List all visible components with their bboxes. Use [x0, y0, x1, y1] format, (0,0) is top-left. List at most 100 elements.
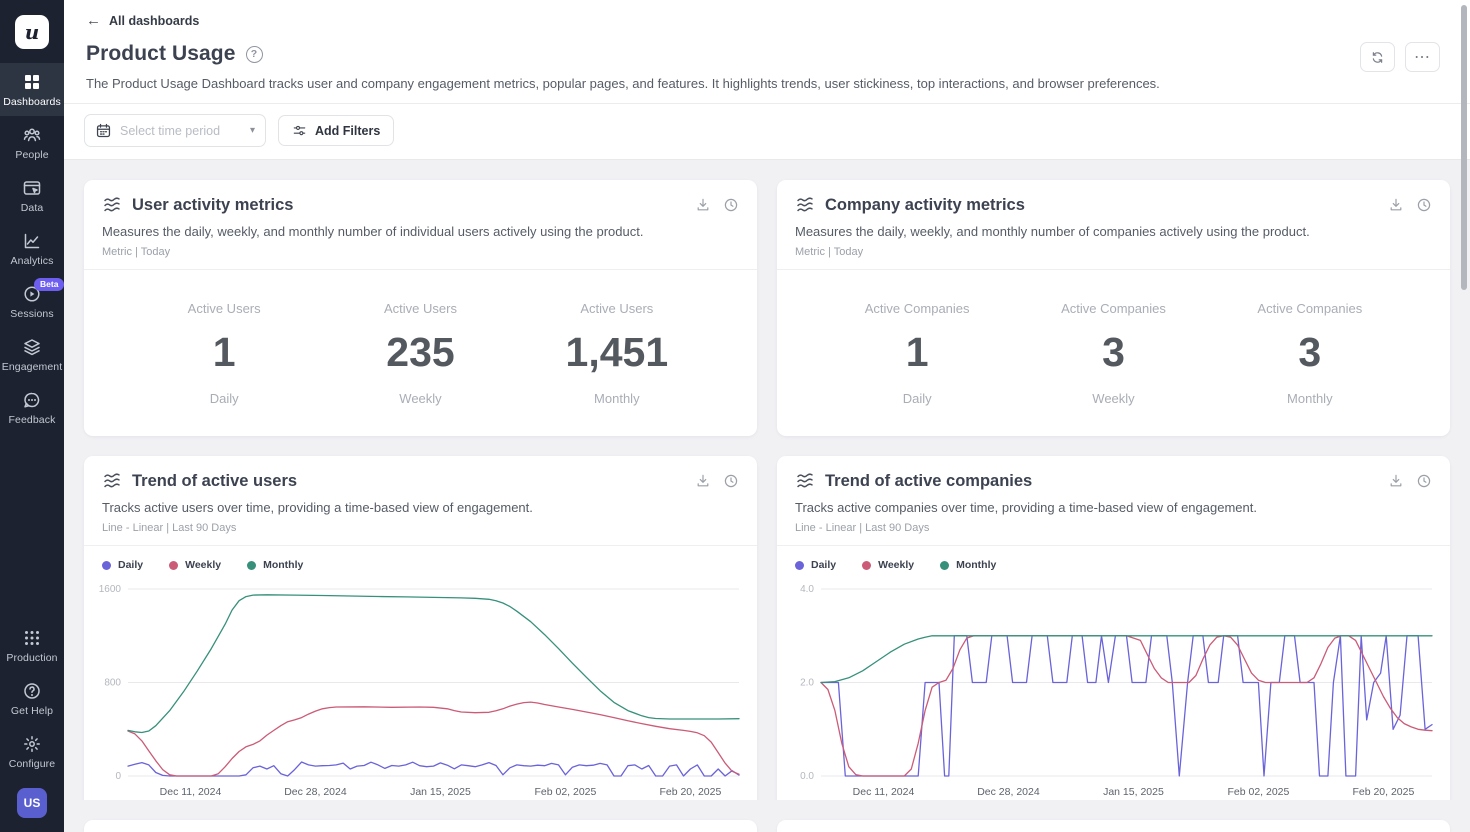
- page-title: Product Usage: [86, 42, 236, 66]
- refresh-button[interactable]: [1360, 42, 1395, 72]
- download-icon[interactable]: [1388, 197, 1404, 213]
- metric-weekly: Active Companies 3 Weekly: [1015, 301, 1211, 406]
- sidebar-item-dashboards[interactable]: Dashboards: [0, 63, 64, 116]
- card-meta: Metric | Today: [795, 246, 1432, 269]
- metric-weekly: Active Users 235 Weekly: [322, 301, 518, 406]
- clock-icon[interactable]: [723, 473, 739, 489]
- metric-label: Active Users: [519, 301, 715, 316]
- legend-label: Monthly: [956, 559, 996, 571]
- calendar-icon: [95, 122, 112, 139]
- card-meta: Line - Linear | Last 90 Days: [795, 522, 1432, 545]
- engagement-icon: [22, 337, 42, 357]
- svg-text:4.0: 4.0: [800, 584, 814, 595]
- people-icon: [22, 125, 42, 145]
- sidebar-item-label: Engagement: [2, 361, 63, 373]
- page-description: The Product Usage Dashboard tracks user …: [86, 76, 1448, 91]
- metric-value: 3: [1015, 329, 1211, 376]
- chart-legend: Daily Weekly Monthly: [84, 546, 757, 575]
- sidebar-item-configure[interactable]: Configure: [0, 725, 64, 778]
- legend-dot: [247, 561, 256, 570]
- help-icon[interactable]: ?: [246, 46, 263, 63]
- legend-item-monthly[interactable]: Monthly: [247, 559, 303, 571]
- sidebar-item-sessions[interactable]: Beta Sessions: [0, 275, 64, 328]
- sessions-icon: Beta: [22, 284, 42, 304]
- metric-label: Active Companies: [1015, 301, 1211, 316]
- metric-monthly: Active Users 1,451 Monthly: [519, 301, 715, 406]
- add-filters-button[interactable]: Add Filters: [278, 115, 394, 146]
- card-description: Measures the daily, weekly, and monthly …: [795, 224, 1432, 239]
- production-icon: [22, 628, 42, 648]
- dashboard-grid: User activity metrics: [64, 160, 1470, 800]
- download-icon[interactable]: [695, 473, 711, 489]
- svg-text:0.0: 0.0: [800, 771, 814, 782]
- metric-value: 1: [819, 329, 1015, 376]
- metric-daily: Active Companies 1 Daily: [819, 301, 1015, 406]
- metric-daily: Active Users 1 Daily: [126, 301, 322, 406]
- sidebar-item-analytics[interactable]: Analytics: [0, 222, 64, 275]
- sidebar-item-production[interactable]: Production: [0, 619, 64, 672]
- configure-icon: [22, 734, 42, 754]
- download-icon[interactable]: [695, 197, 711, 213]
- user-avatar[interactable]: US: [17, 788, 47, 818]
- card-trend-active-users: Trend of active users: [84, 456, 757, 800]
- back-arrow-icon: ←: [86, 12, 101, 29]
- data-icon: [22, 178, 42, 198]
- svg-text:2.0: 2.0: [800, 678, 814, 689]
- ellipsis-icon: ⋯: [1414, 47, 1431, 67]
- download-icon[interactable]: [1388, 473, 1404, 489]
- sidebar-item-label: Production: [6, 652, 57, 664]
- sidebar-item-data[interactable]: Data: [0, 169, 64, 222]
- legend-item-daily[interactable]: Daily: [102, 559, 143, 571]
- metric-period: Daily: [819, 391, 1015, 406]
- card-description: Tracks active companies over time, provi…: [795, 500, 1432, 515]
- sidebar-item-engagement[interactable]: Engagement: [0, 328, 64, 381]
- metric-period: Weekly: [1015, 391, 1211, 406]
- svg-text:Jan 15, 2025: Jan 15, 2025: [410, 786, 471, 798]
- next-cards-row: [64, 820, 1470, 832]
- legend-label: Daily: [811, 559, 836, 571]
- scrollbar-thumb[interactable]: [1461, 5, 1467, 290]
- sidebar-item-people[interactable]: People: [0, 116, 64, 169]
- metric-monthly: Active Companies 3 Monthly: [1212, 301, 1408, 406]
- header-actions: ⋯: [1360, 42, 1440, 72]
- legend-item-weekly[interactable]: Weekly: [169, 559, 221, 571]
- sidebar-item-get-help[interactable]: Get Help: [0, 672, 64, 725]
- svg-text:Feb 02, 2025: Feb 02, 2025: [1227, 786, 1289, 798]
- clock-icon[interactable]: [723, 197, 739, 213]
- metric-label: Active Users: [322, 301, 518, 316]
- back-to-all-dashboards-link[interactable]: ← All dashboards: [86, 12, 199, 29]
- sidebar-nav: Dashboards People Data AnalyticsBeta Ses…: [0, 63, 64, 434]
- metric-label: Active Companies: [819, 301, 1015, 316]
- metric-period: Weekly: [322, 391, 518, 406]
- legend-dot: [940, 561, 949, 570]
- card-partial: [84, 820, 757, 832]
- more-options-button[interactable]: ⋯: [1405, 42, 1440, 72]
- svg-text:Feb 20, 2025: Feb 20, 2025: [1352, 786, 1414, 798]
- time-period-select[interactable]: Select time period ▾: [84, 114, 266, 147]
- chart-lines-icon: [102, 471, 122, 491]
- clock-icon[interactable]: [1416, 197, 1432, 213]
- card-user-activity-metrics: User activity metrics: [84, 180, 757, 436]
- chart-lines-icon: [795, 471, 815, 491]
- app-logo[interactable]: u: [15, 15, 49, 49]
- legend-item-weekly[interactable]: Weekly: [862, 559, 914, 571]
- legend-label: Daily: [118, 559, 143, 571]
- sidebar-item-label: Get Help: [11, 705, 53, 717]
- clock-icon[interactable]: [1416, 473, 1432, 489]
- svg-text:Jan 15, 2025: Jan 15, 2025: [1103, 786, 1164, 798]
- card-partial: [777, 820, 1450, 832]
- legend-dot: [862, 561, 871, 570]
- svg-text:0: 0: [115, 771, 121, 782]
- legend-item-monthly[interactable]: Monthly: [940, 559, 996, 571]
- card-title: User activity metrics: [132, 196, 685, 215]
- sidebar-item-feedback[interactable]: Feedback: [0, 381, 64, 434]
- app-root: u Dashboards People Data AnalyticsBeta S…: [0, 0, 1470, 832]
- sidebar-item-label: Configure: [9, 758, 55, 770]
- title-row: Product Usage ?: [86, 42, 1448, 66]
- sidebar-item-label: Data: [21, 202, 44, 214]
- help-icon: [22, 681, 42, 701]
- metric-value: 1,451: [519, 329, 715, 376]
- legend-item-daily[interactable]: Daily: [795, 559, 836, 571]
- dashboards-icon: [22, 72, 42, 92]
- avatar-wrap: US: [0, 778, 64, 832]
